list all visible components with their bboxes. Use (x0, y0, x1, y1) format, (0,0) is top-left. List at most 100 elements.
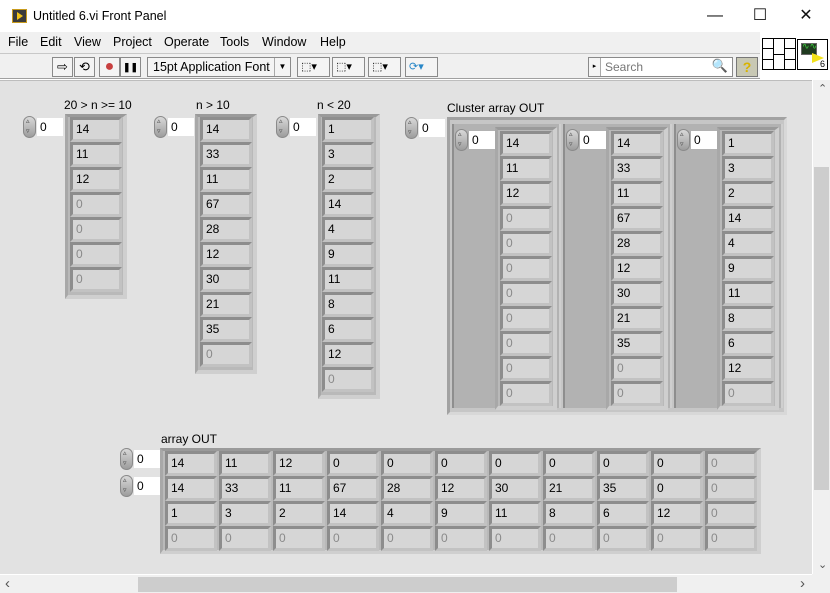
menu-operate[interactable]: Operate (164, 35, 209, 49)
array-element: 0 (500, 306, 552, 331)
array-2d-element: 11 (219, 451, 271, 476)
connector-pane-icon[interactable] (762, 38, 796, 70)
array-2d-element: 28 (381, 476, 433, 501)
array-index-control[interactable]: 0 (154, 116, 196, 138)
array-element: 14 (500, 131, 552, 156)
array-element: 28 (611, 231, 663, 256)
vi-icon[interactable]: 6 (797, 39, 828, 70)
cluster-inner-index-control[interactable]: 0 (455, 129, 497, 151)
scroll-right-icon[interactable]: › (800, 575, 805, 592)
array-element: 67 (200, 192, 252, 217)
window-title: Untitled 6.vi Front Panel (33, 9, 167, 23)
index-value[interactable]: 0 (37, 118, 63, 136)
index-spinner-icon[interactable] (455, 129, 468, 151)
index-spinner-icon[interactable] (405, 117, 418, 139)
cluster-inner-index-control[interactable]: 0 (677, 129, 719, 151)
index-spinner-icon[interactable] (120, 448, 133, 470)
array-element: 11 (611, 181, 663, 206)
array-element: 0 (500, 331, 552, 356)
menu-tools[interactable]: Tools (220, 35, 249, 49)
array-element: 14 (200, 117, 252, 142)
array-2d-element: 14 (327, 501, 379, 526)
index-value[interactable]: 0 (580, 131, 606, 149)
context-help-button[interactable]: ? (736, 57, 758, 77)
distribute-objects-dropdown[interactable]: ⬚▾ (332, 57, 365, 77)
array-2d-element: 0 (219, 526, 271, 551)
index-value[interactable]: 0 (419, 119, 445, 137)
search-input[interactable]: Search (605, 60, 643, 74)
array-index-control[interactable]: 0 (276, 116, 318, 138)
array-2d-element: 0 (651, 451, 703, 476)
index-spinner-icon[interactable] (23, 116, 36, 138)
vertical-scrollbar[interactable]: ⌃ ⌄ (812, 80, 830, 574)
run-continuously-icon[interactable]: ⟲ (74, 57, 95, 77)
array-element: 11 (500, 156, 552, 181)
array-2d-element: 30 (489, 476, 541, 501)
index-value[interactable]: 0 (469, 131, 495, 149)
array-2d-element: 11 (489, 501, 541, 526)
array-index-control[interactable]: 0 (23, 116, 65, 138)
align-objects-dropdown[interactable]: ⬚▾ (297, 57, 330, 77)
array-element: 30 (200, 267, 252, 292)
array-element: 0 (70, 267, 122, 292)
abort-execution-icon[interactable]: ● (99, 57, 120, 77)
array-2d-element: 0 (543, 451, 595, 476)
close-button[interactable]: ✕ (791, 4, 821, 28)
array-label: n > 10 (196, 98, 230, 112)
run-arrow-icon[interactable]: ⇨ (52, 57, 73, 77)
array-element: 0 (200, 342, 252, 367)
array-element: 67 (611, 206, 663, 231)
array-element: 14 (70, 117, 122, 142)
search-expand-icon[interactable]: ▸ (589, 58, 601, 76)
pause-icon[interactable]: ❚❚ (120, 57, 141, 77)
array-2d-element: 0 (165, 526, 217, 551)
menu-view[interactable]: View (74, 35, 101, 49)
vertical-scroll-thumb[interactable] (814, 167, 829, 490)
array-element: 28 (200, 217, 252, 242)
cluster-array-index-control[interactable]: 0 (405, 117, 447, 139)
array-2d-element: 3 (219, 501, 271, 526)
array-2d-element: 11 (273, 476, 325, 501)
font-label: 15pt Application Font (153, 60, 270, 74)
array-element: 33 (611, 156, 663, 181)
menu-edit[interactable]: Edit (40, 35, 62, 49)
text-settings-dropdown[interactable]: 15pt Application Font ▼ (147, 57, 291, 77)
array-element: 0 (500, 231, 552, 256)
minimize-button[interactable]: — (700, 4, 730, 28)
menu-window[interactable]: Window (262, 35, 306, 49)
array-element: 4 (322, 217, 374, 242)
index-spinner-icon[interactable] (154, 116, 167, 138)
row-index-control[interactable]: 0 (120, 448, 162, 470)
menu-help[interactable]: Help (320, 35, 346, 49)
index-value[interactable]: 0 (290, 118, 316, 136)
array-element: 8 (722, 306, 774, 331)
scroll-left-icon[interactable]: ‹ (5, 575, 10, 592)
array-element: 11 (322, 267, 374, 292)
scroll-up-icon[interactable]: ⌃ (818, 82, 827, 95)
index-value[interactable]: 0 (134, 477, 160, 495)
index-value[interactable]: 0 (691, 131, 717, 149)
array-2d-element: 0 (327, 526, 379, 551)
array-2d-element: 0 (381, 451, 433, 476)
resize-objects-dropdown[interactable]: ⬚▾ (368, 57, 401, 77)
index-value[interactable]: 0 (134, 450, 160, 468)
scroll-down-icon[interactable]: ⌄ (818, 558, 827, 571)
index-value[interactable]: 0 (168, 118, 194, 136)
index-spinner-icon[interactable] (677, 129, 690, 151)
horizontal-scrollbar[interactable]: ‹ › (0, 574, 812, 593)
menu-project[interactable]: Project (113, 35, 152, 49)
index-spinner-icon[interactable] (276, 116, 289, 138)
horizontal-scroll-thumb[interactable] (138, 577, 677, 592)
reorder-dropdown[interactable]: ⟳▾ (405, 57, 438, 77)
index-spinner-icon[interactable] (120, 475, 133, 497)
search-box[interactable]: ▸ Search 🔍 (588, 57, 733, 77)
array-element: 4 (722, 231, 774, 256)
menu-file[interactable]: File (8, 35, 28, 49)
array-2d-element: 0 (597, 526, 649, 551)
column-index-control[interactable]: 0 (120, 475, 162, 497)
search-icon[interactable]: 🔍 (712, 58, 728, 74)
cluster-inner-index-control[interactable]: 0 (566, 129, 608, 151)
maximize-button[interactable]: ☐ (745, 4, 775, 28)
index-spinner-icon[interactable] (566, 129, 579, 151)
resize-grip[interactable] (812, 574, 830, 593)
